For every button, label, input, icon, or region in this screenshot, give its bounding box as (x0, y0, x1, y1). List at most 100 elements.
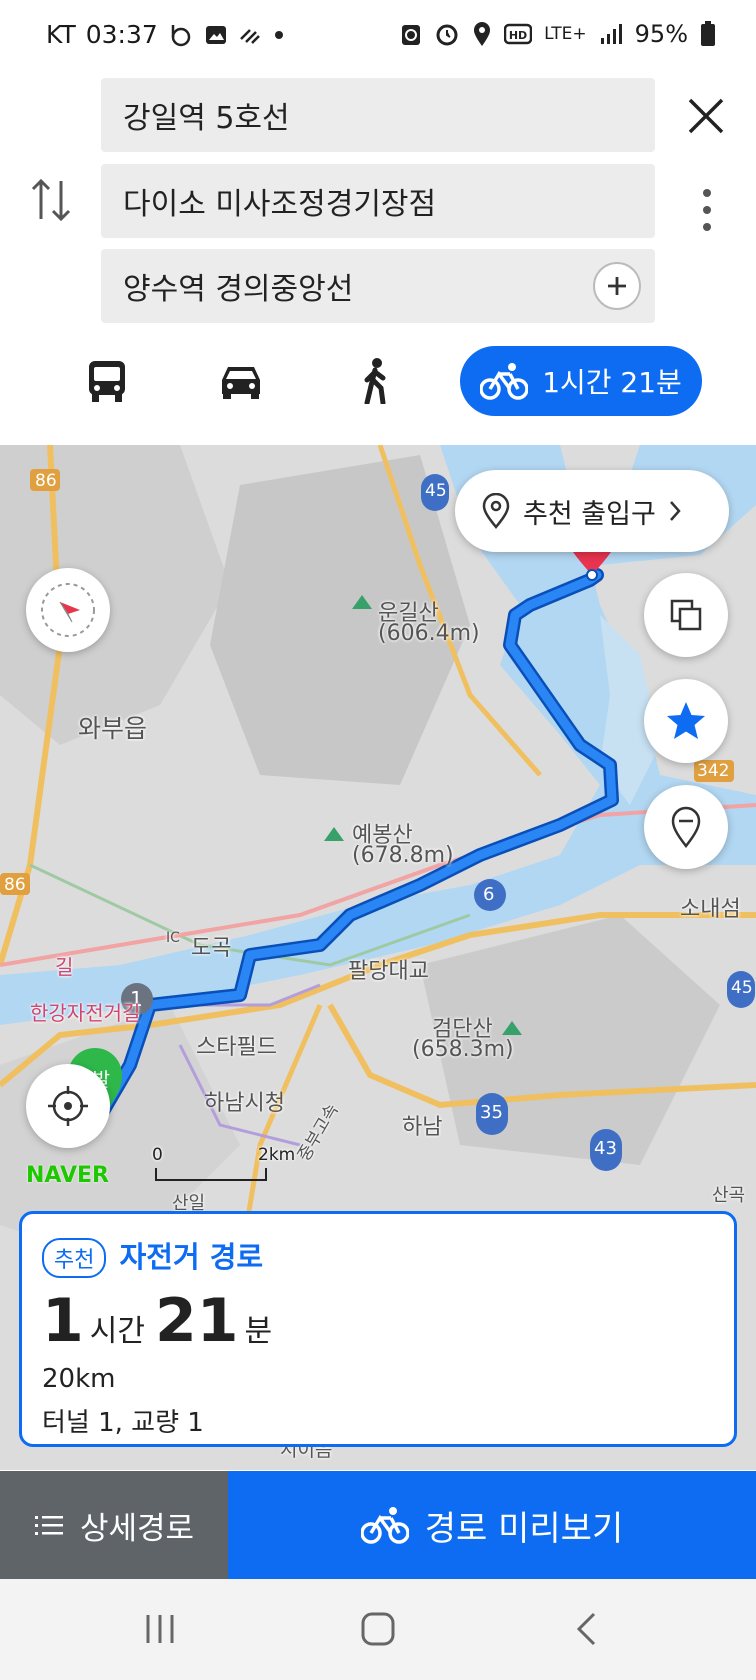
duration-hours: 1 (42, 1286, 84, 1356)
home-button[interactable] (348, 1599, 408, 1659)
dot-icon (272, 28, 286, 42)
recents-icon (146, 1615, 174, 1643)
svg-text:HD: HD (509, 29, 527, 42)
sangok-label: 산곡 (712, 1185, 746, 1206)
mode-transit[interactable] (67, 345, 147, 417)
signal-bars-icon (599, 22, 623, 46)
pin-outline-icon (482, 493, 510, 529)
route-facilities: 터널 1, 교량 1 (42, 1408, 204, 1438)
yebongsan-elevation: (678.8m) (352, 843, 454, 868)
layers-icon (670, 599, 702, 631)
waypoint-text: 다이소 미사조정경기장점 (123, 187, 437, 222)
compass-button[interactable] (26, 568, 110, 652)
duration-minutes-unit: 분 (244, 1314, 273, 1349)
dogok-label: 도곡 (191, 936, 232, 961)
mode-car[interactable] (201, 345, 281, 417)
wabueup-label: 와부읍 (78, 714, 148, 743)
back-icon (576, 1612, 596, 1646)
close-button[interactable] (678, 88, 734, 144)
start-field[interactable]: 강일역 5호선 (101, 78, 655, 152)
compass-icon (41, 583, 95, 637)
duration-minutes: 21 (154, 1286, 239, 1356)
starfield-label: 스타필드 (196, 1035, 277, 1060)
swap-route-button[interactable] (26, 172, 76, 228)
hangang-bike-label: 한강자전거길 (30, 1001, 141, 1025)
system-navigation-bar (0, 1579, 756, 1680)
crosshair-icon (48, 1086, 88, 1126)
naver-logo: NAVER (26, 1163, 109, 1188)
geomdansan-elevation: (658.3m) (412, 1037, 514, 1062)
destination-text: 양수역 경의중앙선 (123, 272, 354, 307)
road-342-label: 342 (697, 761, 730, 781)
destination-field[interactable]: 양수역 경의중앙선 (101, 249, 655, 323)
chevron-right-icon (669, 501, 681, 521)
route-distance: 20km (42, 1364, 116, 1394)
road-86-label-2: 86 (4, 875, 26, 895)
car-icon (222, 367, 260, 399)
route-summary-card[interactable]: 추천 자전거 경로 1 시간 21 분 20km 터널 1, 교량 1 (19, 1211, 737, 1447)
pin-icon (671, 806, 701, 848)
add-waypoint-button[interactable] (593, 262, 641, 310)
road-6-label: 6 (483, 884, 495, 905)
recycle-icon (400, 21, 422, 47)
scale-distance: 2km (258, 1145, 296, 1165)
gil-label: 길 (55, 955, 74, 979)
road-43-label: 43 (594, 1138, 617, 1159)
location-pin-button[interactable] (644, 785, 728, 869)
gallery-icon (204, 23, 228, 47)
route-type-title: 자전거 경로 (119, 1240, 264, 1274)
duration-hours-unit: 시간 (89, 1314, 145, 1349)
start-text: 강일역 5호선 (123, 101, 290, 136)
list-icon (34, 1516, 63, 1535)
ic-label: IC (166, 930, 180, 946)
plus-icon (608, 277, 626, 295)
star-icon (667, 702, 705, 739)
my-location-button[interactable] (26, 1064, 110, 1148)
location-icon (472, 21, 492, 47)
network-type: LTE+ (544, 24, 587, 44)
battery-icon (700, 21, 716, 47)
route-detail-label: 상세경로 (79, 1510, 195, 1547)
road-35-label: 35 (480, 1102, 503, 1123)
recommended-entrance-button[interactable]: 추천 출입구 (455, 470, 729, 552)
layers-button[interactable] (644, 573, 728, 657)
swap-icon (31, 178, 71, 222)
recommended-badge: 추천 (42, 1238, 107, 1278)
road-45-label: 45 (425, 481, 447, 501)
waypoint-field[interactable]: 다이소 미사조정경기장점 (101, 164, 655, 238)
status-bar: KT 03:37 HD LTE+ 95% (0, 0, 756, 72)
route-preview-button[interactable]: 경로 미리보기 (228, 1471, 756, 1579)
hd-voice-icon: HD (504, 22, 533, 46)
navigation-app: KT 03:37 HD LTE+ 95% 강일역 5호선 다이소 미사조정경기장… (0, 0, 756, 1680)
recommended-entrance-label: 추천 출입구 (523, 498, 656, 530)
road-45-label-2: 45 (731, 978, 753, 998)
hanam-city-hall-label: 하남시청 (204, 1091, 285, 1116)
close-icon (688, 98, 724, 134)
woonggilsan-elevation: (606.4m) (378, 621, 480, 646)
favorite-button[interactable] (644, 679, 728, 763)
more-vertical-icon (703, 189, 711, 231)
carrier-label: KT (46, 20, 76, 49)
card-header: 추천 자전거 경로 (42, 1234, 714, 1278)
b-app-icon (168, 22, 194, 48)
route-duration: 1 시간 21 분 (42, 1286, 714, 1356)
bike-duration: 1시간 21분 (542, 366, 682, 399)
road-86-label: 86 (35, 471, 57, 491)
bus-icon (89, 361, 125, 402)
mode-walk[interactable] (336, 345, 416, 417)
route-preview-label: 경로 미리보기 (424, 1508, 624, 1549)
bike-icon (480, 363, 529, 400)
recent-apps-button[interactable] (130, 1599, 190, 1659)
more-options-button[interactable] (690, 180, 724, 240)
route-detail-button[interactable]: 상세경로 (0, 1471, 228, 1579)
status-left: KT 03:37 (46, 20, 286, 49)
bike-icon (360, 1507, 409, 1544)
scale-zero: 0 (152, 1145, 163, 1165)
clock: 03:37 (85, 20, 158, 49)
sonaeseom-label: 소내섬 (680, 897, 741, 922)
back-button[interactable] (556, 1599, 616, 1659)
home-icon (361, 1612, 395, 1646)
status-right: HD LTE+ 95% (400, 20, 716, 48)
mode-bike-active[interactable]: 1시간 21분 (460, 346, 702, 416)
alarm-icon (434, 21, 460, 47)
